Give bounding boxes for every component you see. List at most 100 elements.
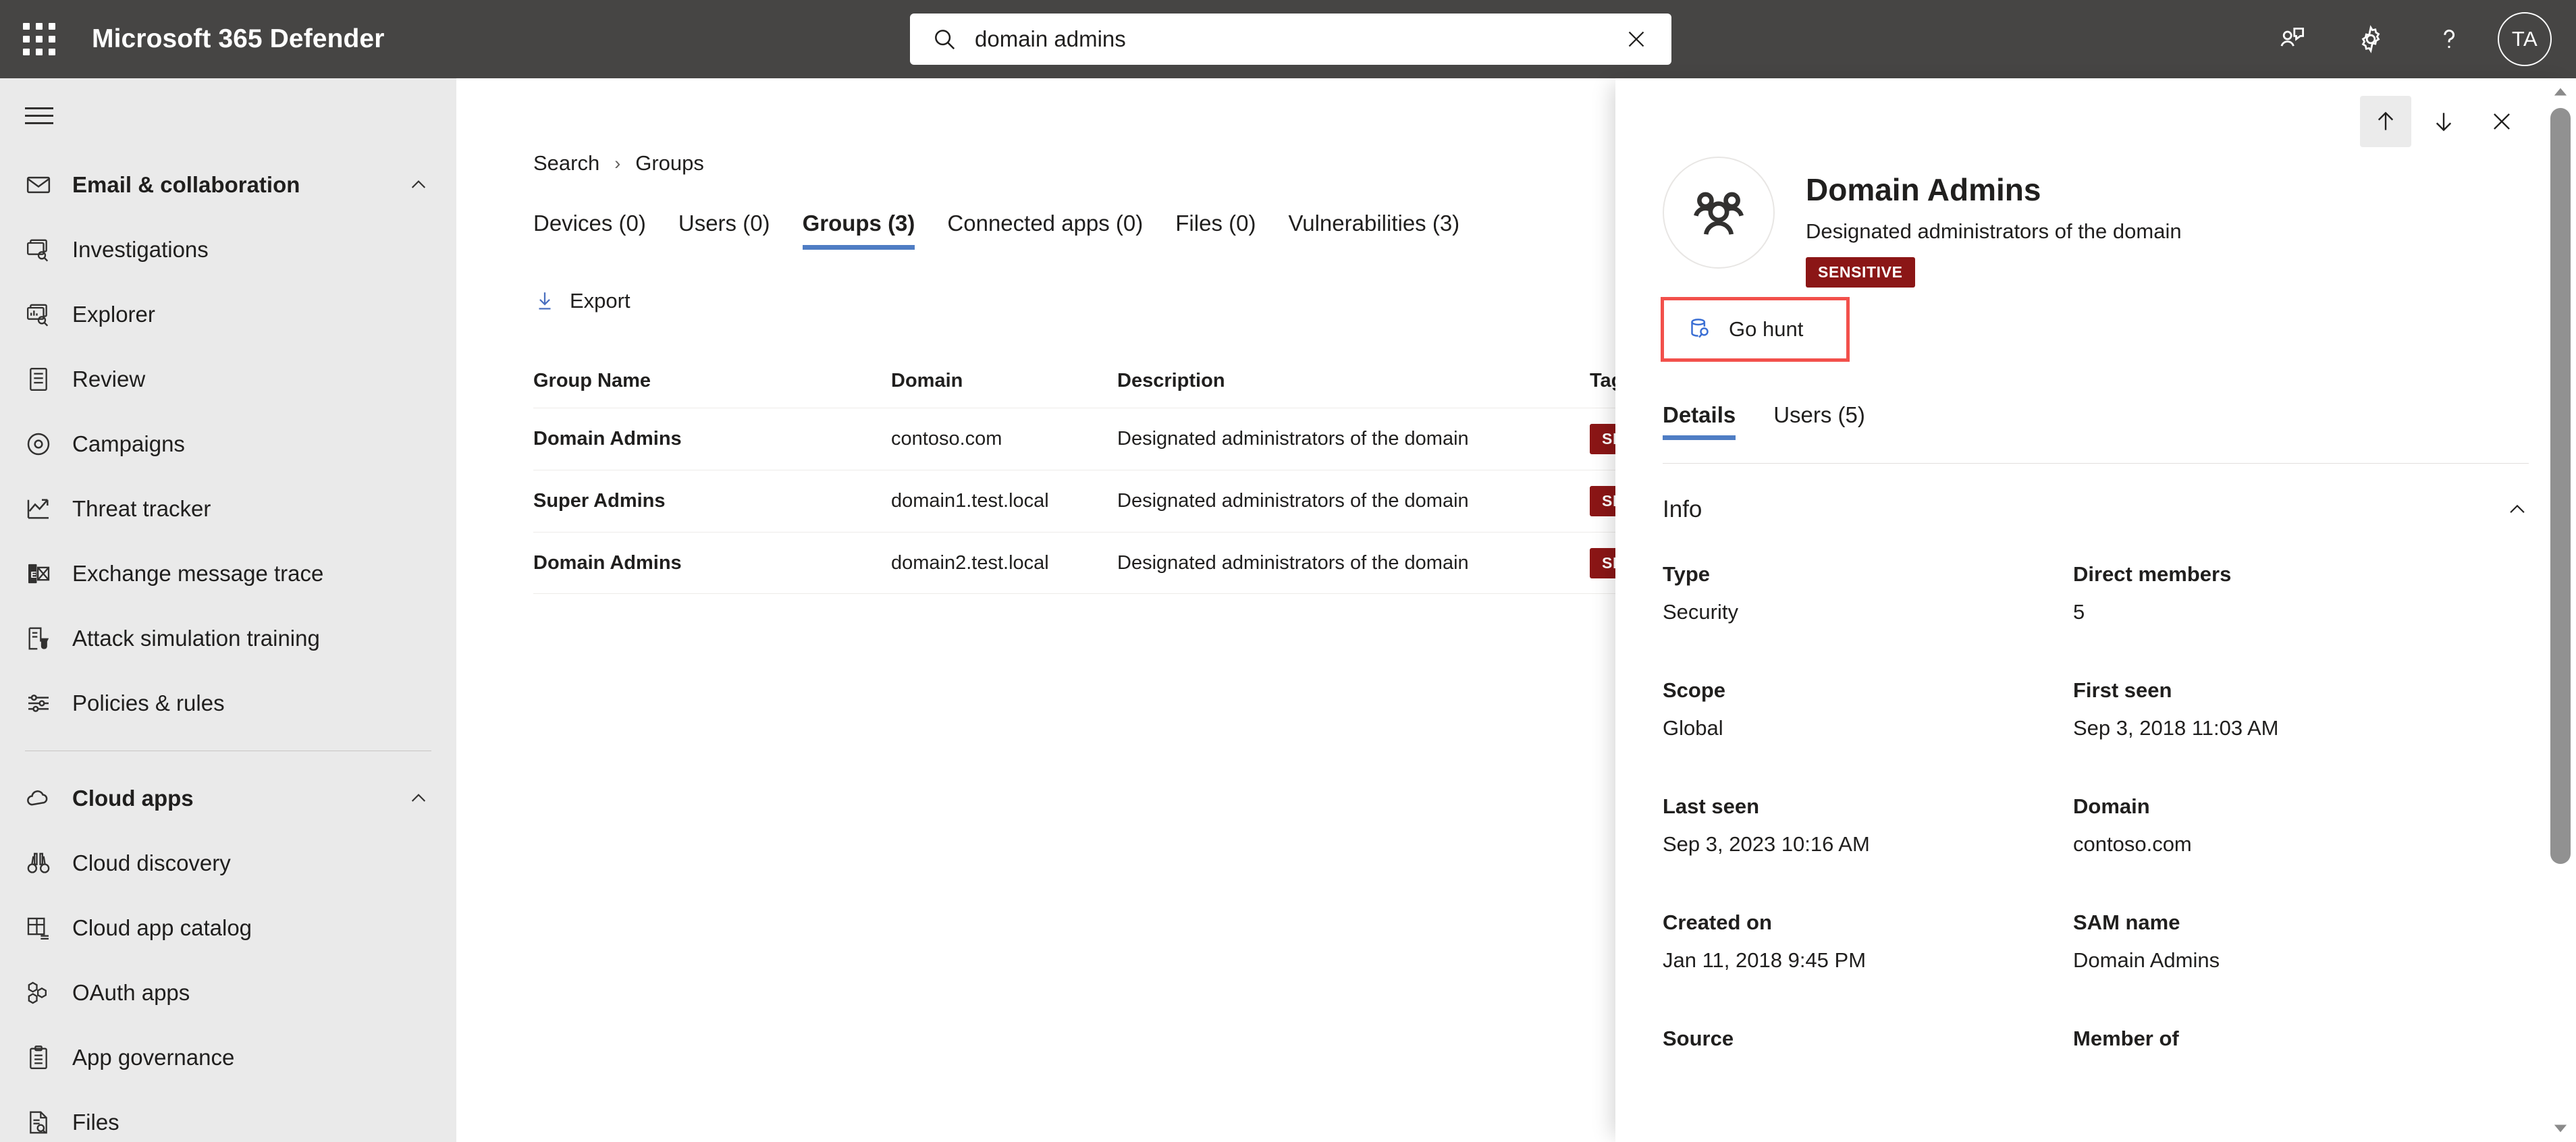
tab-connected-apps[interactable]: Connected apps (0) — [931, 211, 1159, 250]
sidebar-group-label: Cloud apps — [72, 786, 194, 811]
chevron-up-icon[interactable] — [2506, 498, 2529, 521]
catalog-icon — [25, 913, 55, 943]
sidebar-item-oauth-apps[interactable]: OAuth apps — [0, 960, 456, 1025]
feedback-icon[interactable] — [2253, 0, 2332, 78]
sidebar-group-email-collaboration[interactable]: Email & collaboration — [0, 153, 456, 217]
go-hunt-label: Go hunt — [1729, 317, 1804, 341]
sidebar-item-label: App governance — [72, 1045, 235, 1070]
help-icon[interactable] — [2410, 0, 2488, 78]
scroll-up-icon[interactable] — [2545, 78, 2576, 105]
sidebar-item-exchange-message-trace[interactable]: E Exchange message trace — [0, 541, 456, 606]
cell-group-name: Super Admins — [533, 490, 666, 512]
sidebar-item-review[interactable]: Review — [0, 347, 456, 412]
page-title: Domain Admins — [1806, 172, 2041, 207]
sidebar-item-cloud-discovery[interactable]: Cloud discovery — [0, 831, 456, 896]
field-label: Member of — [2073, 1026, 2179, 1050]
field-label: SAM name — [2073, 910, 2180, 934]
info-fields-grid: Type Security Direct members 5 Scope Glo… — [1663, 562, 2529, 1051]
details-panel: Domain Admins Designated administrators … — [1615, 78, 2576, 1142]
sidebar-item-cloud-app-catalog[interactable]: Cloud app catalog — [0, 896, 456, 960]
global-search[interactable] — [910, 13, 1671, 65]
panel-divider — [1663, 462, 2529, 464]
field-label: First seen — [2073, 678, 2172, 702]
cell-description: Designated administrators of the domain — [1117, 428, 1469, 450]
sidebar-item-label: Policies & rules — [72, 690, 225, 715]
info-section-header[interactable]: Info — [1663, 496, 2529, 523]
up-arrow-icon[interactable] — [2360, 96, 2411, 147]
field-value: Jan 11, 2018 9:45 PM — [1663, 948, 1867, 972]
sidebar-item-label: Files — [72, 1110, 119, 1135]
tab-users[interactable]: Users (5) — [1754, 402, 1884, 440]
waffle-grid — [23, 23, 55, 55]
file-search-icon — [25, 1108, 55, 1137]
sidebar-item-investigations[interactable]: Investigations — [0, 217, 456, 282]
column-header-domain[interactable]: Domain — [891, 370, 1117, 392]
scrollbar-track[interactable] — [2545, 105, 2576, 1115]
sidebar-item-label: Explorer — [72, 302, 155, 327]
sidebar-item-attack-simulation-training[interactable]: Attack simulation training — [0, 606, 456, 671]
binoculars-icon — [25, 848, 55, 878]
sidebar-item-label: Campaigns — [72, 431, 185, 456]
nav-toggle-icon[interactable] — [0, 78, 456, 153]
scroll-down-icon[interactable] — [2545, 1115, 2576, 1142]
go-hunt-button[interactable]: Go hunt — [1661, 297, 1850, 362]
sidebar-item-campaigns[interactable]: Campaigns — [0, 412, 456, 477]
avatar[interactable]: TA — [2498, 12, 2552, 66]
search-input[interactable] — [975, 26, 1624, 52]
investigations-icon — [25, 235, 55, 265]
sidebar-item-threat-tracker[interactable]: Threat tracker — [0, 477, 456, 541]
sidebar-item-explorer[interactable]: Explorer — [0, 282, 456, 347]
cell-description: Designated administrators of the domain — [1117, 490, 1469, 512]
field-member-of: Member of — [2073, 1027, 2529, 1051]
campaigns-icon — [25, 429, 55, 459]
export-label: Export — [570, 289, 630, 312]
field-created-on: Created on Jan 11, 2018 9:45 PM — [1663, 910, 2073, 973]
export-button[interactable]: Export — [533, 282, 641, 320]
brand-title: Microsoft 365 Defender — [92, 24, 385, 53]
cell-domain: domain1.test.local — [891, 490, 1049, 512]
threat-tracker-icon — [25, 494, 55, 524]
sidebar-item-app-governance[interactable]: App governance — [0, 1025, 456, 1090]
column-header-description[interactable]: Description — [1117, 370, 1590, 392]
tab-devices[interactable]: Devices (0) — [533, 211, 662, 250]
field-label: Domain — [2073, 794, 2150, 818]
tab-users[interactable]: Users (0) — [662, 211, 786, 250]
clipboard-icon — [25, 1043, 55, 1072]
close-icon[interactable] — [2476, 96, 2527, 147]
field-first-seen: First seen Sep 3, 2018 11:03 AM — [2073, 678, 2529, 740]
down-arrow-icon[interactable] — [2418, 96, 2469, 147]
chevron-up-icon — [408, 174, 429, 196]
tab-vulnerabilities[interactable]: Vulnerabilities (3) — [1272, 211, 1476, 250]
sidebar-item-label: Attack simulation training — [72, 626, 320, 651]
gear-icon[interactable] — [2332, 0, 2410, 78]
field-domain: Domain contoso.com — [2073, 794, 2529, 856]
field-value: contoso.com — [2073, 832, 2192, 856]
field-label: Source — [1663, 1026, 1734, 1050]
panel-scrollbar[interactable] — [2545, 78, 2576, 1142]
sidebar-item-policies-rules[interactable]: Policies & rules — [0, 671, 456, 736]
status-badge: SENSITIVE — [1806, 256, 1915, 288]
close-icon[interactable] — [1624, 27, 1648, 51]
field-type: Type Security — [1663, 562, 2073, 624]
sidebar-item-label: Cloud app catalog — [72, 915, 252, 940]
scrollbar-thumb[interactable] — [2550, 108, 2571, 864]
sidebar-group-cloud-apps[interactable]: Cloud apps — [0, 766, 456, 831]
sidebar-group-label: Email & collaboration — [72, 172, 300, 197]
cell-domain: contoso.com — [891, 428, 1002, 450]
attack-simulation-icon — [25, 624, 55, 653]
app-launcher-icon[interactable] — [0, 0, 78, 78]
breadcrumb-search[interactable]: Search — [533, 151, 599, 175]
field-value: Security — [1663, 599, 1738, 624]
column-header-group-name[interactable]: Group Name — [533, 370, 891, 392]
tab-groups[interactable]: Groups (3) — [786, 211, 932, 250]
tab-details[interactable]: Details — [1663, 402, 1754, 440]
group-people-icon — [1663, 157, 1775, 269]
sidebar-item-label: Cloud discovery — [72, 850, 231, 875]
app-root: Microsoft 365 Defender domain admins TA … — [0, 0, 2576, 1142]
sidebar-item-label: OAuth apps — [72, 980, 190, 1005]
field-value: 5 — [2073, 599, 2085, 624]
field-value: Sep 3, 2023 10:16 AM — [1663, 832, 1870, 856]
svg-text:E: E — [30, 570, 36, 580]
tab-files[interactable]: Files (0) — [1159, 211, 1272, 250]
sidebar-item-files[interactable]: Files — [0, 1090, 456, 1142]
